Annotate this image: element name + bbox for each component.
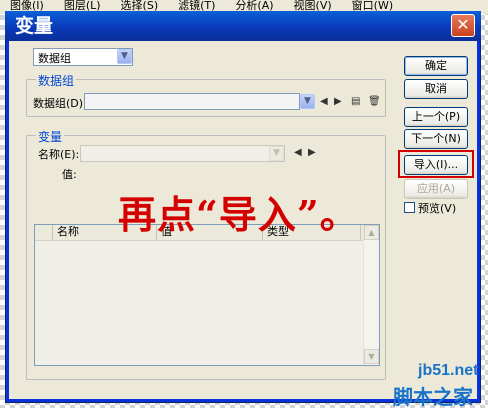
- apply-button[interactable]: 应用(A): [404, 179, 468, 199]
- scroll-down-icon[interactable]: ▼: [364, 349, 379, 364]
- cancel-button[interactable]: 取消: [404, 79, 468, 99]
- next-variable-icon[interactable]: ▶: [308, 146, 316, 160]
- instruction-annotation: 再点“导入”。: [118, 192, 359, 237]
- dialog-title[interactable]: 变量: [5, 11, 481, 41]
- top-select[interactable]: 数据组 ▼: [33, 48, 133, 66]
- dataset-group-title: 数据组: [36, 72, 77, 89]
- preview-label[interactable]: 预览(V): [418, 200, 456, 216]
- dataset-label: 数据组(D):: [33, 97, 87, 110]
- watermark-site: jb51.net: [418, 362, 479, 379]
- next-button[interactable]: 下一个(N): [404, 129, 468, 149]
- watermark-slogan: 脚本之家: [393, 385, 473, 408]
- preview-checkbox[interactable]: [404, 202, 415, 213]
- import-button[interactable]: 导入(I)...: [404, 155, 468, 175]
- variable-value-label: 值:: [62, 168, 77, 181]
- new-dataset-icon[interactable]: ▤: [351, 95, 360, 109]
- close-icon: ✕: [456, 15, 470, 34]
- dataset-dropdown-arrow-icon[interactable]: ▼: [300, 94, 315, 109]
- next-dataset-icon[interactable]: ▶: [334, 95, 342, 109]
- variables-table[interactable]: 名称 值 类型 ▲ ▼: [34, 224, 380, 366]
- chevron-down-icon: ▼: [117, 49, 132, 64]
- variable-name-label: 名称(E):: [38, 148, 80, 161]
- close-button[interactable]: ✕: [451, 14, 475, 37]
- ok-button[interactable]: 确定: [404, 56, 468, 76]
- table-scrollbar[interactable]: ▲ ▼: [363, 225, 379, 365]
- table-column-marker: [35, 225, 53, 240]
- variable-chevron-down-icon: ▼: [269, 146, 284, 161]
- variable-group-title: 变量: [36, 128, 65, 145]
- scroll-up-icon[interactable]: ▲: [364, 225, 379, 240]
- variable-name-select[interactable]: ▼: [80, 145, 285, 162]
- previous-dataset-icon[interactable]: ◀: [320, 95, 328, 109]
- delete-dataset-icon[interactable]: 🗑: [368, 95, 381, 109]
- previous-button[interactable]: 上一个(P): [404, 107, 468, 127]
- top-select-value: 数据组: [38, 52, 71, 65]
- previous-variable-icon[interactable]: ◀: [294, 146, 302, 160]
- dataset-select[interactable]: [84, 93, 300, 110]
